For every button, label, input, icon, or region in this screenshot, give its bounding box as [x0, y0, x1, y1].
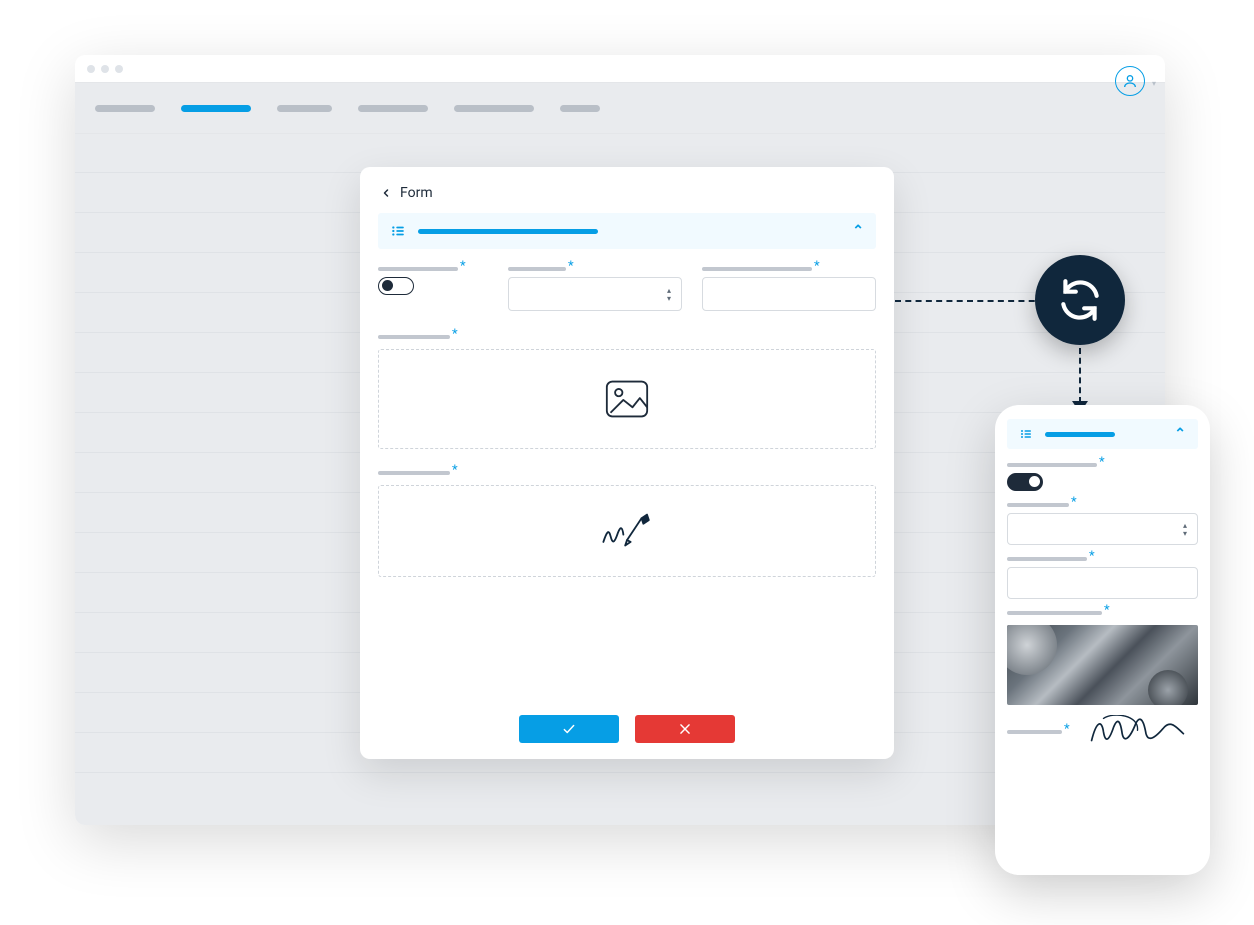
sync-connector — [1079, 348, 1081, 403]
list-icon — [1019, 428, 1033, 440]
window-chrome — [75, 55, 1165, 82]
field-label: * — [378, 267, 488, 271]
nav-item[interactable] — [277, 105, 332, 112]
signature-dropzone[interactable] — [378, 485, 876, 577]
x-icon — [678, 722, 692, 736]
section-title — [418, 229, 598, 234]
toggle-switch[interactable] — [378, 277, 414, 295]
field-label: * — [1007, 557, 1198, 561]
toggle-switch-on[interactable] — [1007, 473, 1043, 491]
nav-item-active[interactable] — [181, 105, 251, 112]
nav-item[interactable] — [95, 105, 155, 112]
form-title: Form — [400, 185, 433, 201]
select-input[interactable]: ▴▾ — [1007, 513, 1198, 545]
sync-connector — [895, 300, 1045, 302]
app-nav: ▾ — [75, 82, 1165, 134]
form-modal: Form ⌃ * * ▴▾ * * — [360, 167, 894, 759]
select-arrows-icon: ▴▾ — [1183, 522, 1187, 537]
signature-icon — [599, 511, 655, 551]
field-label: * — [378, 471, 876, 475]
uploaded-image[interactable] — [1007, 625, 1198, 705]
phone-mockup: ⌃ * * ▴▾ * * * — [995, 405, 1210, 875]
confirm-button[interactable] — [519, 715, 619, 743]
form-row-1: * * ▴▾ * — [378, 267, 876, 311]
sync-badge — [1035, 255, 1125, 345]
window-dot — [115, 65, 123, 73]
text-input[interactable] — [702, 277, 876, 311]
check-icon — [560, 722, 578, 736]
image-dropzone[interactable] — [378, 349, 876, 449]
avatar-caret-icon: ▾ — [1152, 79, 1156, 88]
select-arrows-icon: ▴▾ — [667, 287, 671, 302]
field-label: * — [378, 335, 876, 339]
chevron-up-icon[interactable]: ⌃ — [852, 223, 864, 239]
nav-item[interactable] — [454, 105, 534, 112]
window-dot — [87, 65, 95, 73]
section-title — [1045, 432, 1115, 437]
cancel-button[interactable] — [635, 715, 735, 743]
list-icon — [390, 224, 406, 238]
chevron-left-icon — [380, 186, 392, 200]
nav-item[interactable] — [358, 105, 428, 112]
field-label: * — [1007, 463, 1198, 467]
form-actions — [378, 697, 876, 743]
form-title-row: Form — [378, 185, 876, 213]
field-label: * — [1007, 611, 1198, 615]
signature-image — [1080, 715, 1198, 749]
user-icon — [1122, 73, 1138, 89]
section-header[interactable]: ⌃ — [378, 213, 876, 249]
sync-icon — [1055, 275, 1105, 325]
field-label: * — [508, 267, 682, 271]
user-avatar[interactable] — [1115, 66, 1145, 96]
select-input[interactable]: ▴▾ — [508, 277, 682, 311]
window-dot — [101, 65, 109, 73]
section-header[interactable]: ⌃ — [1007, 419, 1198, 449]
field-label: * — [1007, 503, 1198, 507]
field-label: * — [702, 267, 876, 271]
chevron-up-icon[interactable]: ⌃ — [1174, 426, 1186, 442]
nav-item[interactable] — [560, 105, 600, 112]
signature-row: * — [1007, 715, 1198, 749]
text-input[interactable] — [1007, 567, 1198, 599]
back-button[interactable] — [380, 186, 392, 200]
image-icon — [605, 379, 649, 419]
